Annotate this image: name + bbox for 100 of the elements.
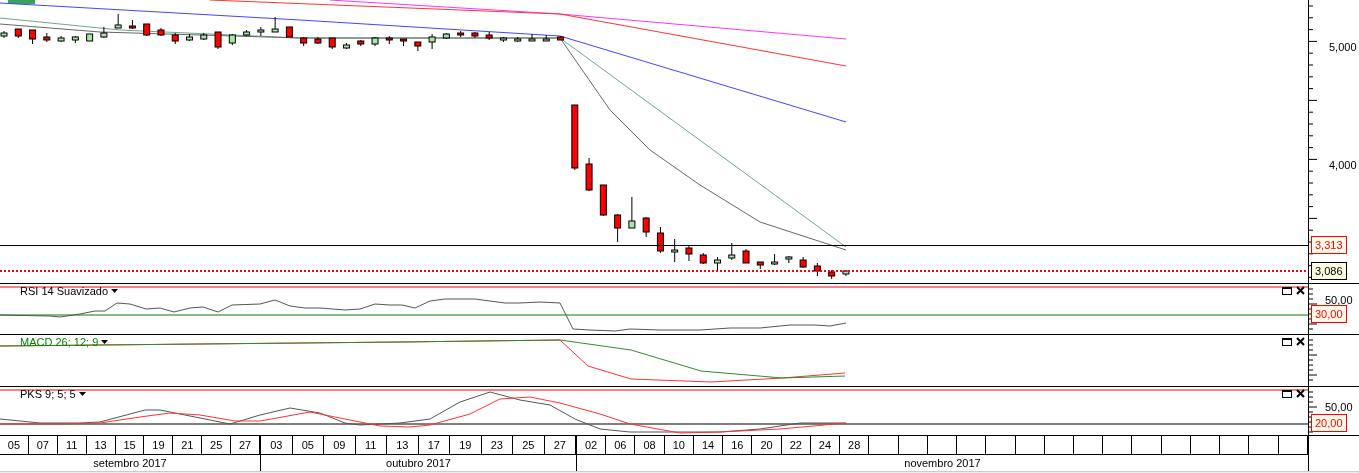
date-label: 03 <box>261 436 293 454</box>
candlestick <box>528 33 536 42</box>
candlestick <box>143 23 151 37</box>
close-icon[interactable] <box>1296 389 1305 398</box>
candlestick <box>300 36 308 47</box>
axis-label: 50,00 <box>1325 400 1353 415</box>
candlestick <box>714 256 721 272</box>
candlestick <box>71 35 79 44</box>
close-icon[interactable] <box>1296 286 1305 295</box>
candlestick <box>0 30 8 39</box>
candlestick <box>285 26 293 38</box>
candlestick <box>771 253 779 266</box>
last-price-label: 3,086 <box>1311 262 1347 280</box>
maximize-icon[interactable] <box>1282 389 1292 398</box>
date-label: 15 <box>115 436 145 454</box>
level-label: 30,00 <box>1311 305 1347 323</box>
caret-icon[interactable] <box>101 340 109 344</box>
candlestick <box>728 242 736 261</box>
date-label: 16 <box>723 436 753 454</box>
candlestick <box>86 33 94 42</box>
maximize-icon[interactable] <box>1282 286 1292 295</box>
indicator-label[interactable]: PKS 9; 5; 5 <box>20 388 76 400</box>
date-label: 07 <box>28 436 58 454</box>
caret-icon[interactable] <box>111 289 119 293</box>
candlestick <box>599 184 607 217</box>
candlestick <box>100 26 108 39</box>
candlestick <box>328 37 336 50</box>
candlestick <box>485 31 493 41</box>
date-label: 20 <box>752 436 782 454</box>
date-label: 11 <box>355 436 387 454</box>
candlestick <box>414 41 422 52</box>
legend-swatch <box>8 0 35 4</box>
candlestick <box>357 39 365 47</box>
date-label: 21 <box>173 436 203 454</box>
date-label: 27 <box>544 436 576 454</box>
date-label: 17 <box>418 436 450 454</box>
candlestick <box>114 13 122 29</box>
candlestick <box>699 252 707 265</box>
candlestick <box>257 26 265 37</box>
date-label: 13 <box>387 436 419 454</box>
candlestick <box>614 213 622 243</box>
candlestick <box>228 33 236 46</box>
date-label: 24 <box>810 436 841 454</box>
candlestick <box>371 36 379 47</box>
date-label: 23 <box>481 436 513 454</box>
candlestick <box>214 31 222 50</box>
maximize-icon[interactable] <box>1282 337 1292 346</box>
candlestick <box>442 32 450 40</box>
candlestick <box>557 35 565 41</box>
date-label: 25 <box>202 436 232 454</box>
candlestick <box>628 196 636 229</box>
candlestick <box>656 226 664 254</box>
candlestick <box>243 29 251 37</box>
date-label: 25 <box>513 436 545 454</box>
candlestick <box>271 16 279 33</box>
price-level-label: 3,313 <box>1311 236 1347 254</box>
axis-label: 50,00 <box>1325 293 1353 308</box>
date-label: 05 <box>292 436 324 454</box>
candlestick <box>585 157 593 192</box>
level-label: 20,00 <box>1311 414 1347 432</box>
candlestick <box>799 256 807 269</box>
candlestick <box>14 28 22 39</box>
candlestick <box>171 32 179 45</box>
date-label: 10 <box>664 436 694 454</box>
month-label: novembro 2017 <box>903 456 982 471</box>
date-label: 13 <box>86 436 116 454</box>
candlestick <box>642 216 650 238</box>
close-icon[interactable] <box>1296 337 1305 346</box>
axis-label: 5,000 <box>1329 40 1357 55</box>
indicator-label[interactable]: RSI 14 Suavizado <box>20 285 109 297</box>
caret-icon[interactable] <box>78 392 86 396</box>
candlestick <box>400 38 408 47</box>
candlestick <box>499 36 507 43</box>
candlestick <box>43 32 51 43</box>
candlestick <box>514 36 522 43</box>
month-label: setembro 2017 <box>92 456 168 471</box>
candlestick <box>842 269 850 277</box>
date-label: 09 <box>324 436 356 454</box>
date-label: 28 <box>840 436 870 454</box>
candlestick <box>128 19 136 30</box>
candlestick <box>542 34 550 42</box>
date-label: 06 <box>606 436 636 454</box>
candlestick <box>685 245 693 262</box>
candlestick <box>457 30 465 38</box>
candlestick <box>742 248 750 264</box>
candlestick <box>314 36 322 45</box>
date-label: 19 <box>450 436 482 454</box>
date-label: 14 <box>693 436 724 454</box>
date-label: 19 <box>144 436 174 454</box>
date-label: 22 <box>781 436 811 454</box>
date-label: 02 <box>577 436 607 454</box>
date-label: 27 <box>231 436 260 454</box>
candlestick <box>828 269 836 280</box>
candlestick <box>200 32 208 41</box>
candlestick <box>671 238 679 263</box>
candlestick <box>756 261 764 270</box>
candlestick <box>57 35 65 43</box>
candlestick <box>343 42 350 50</box>
candlestick <box>428 33 436 50</box>
candlestick <box>571 104 579 171</box>
